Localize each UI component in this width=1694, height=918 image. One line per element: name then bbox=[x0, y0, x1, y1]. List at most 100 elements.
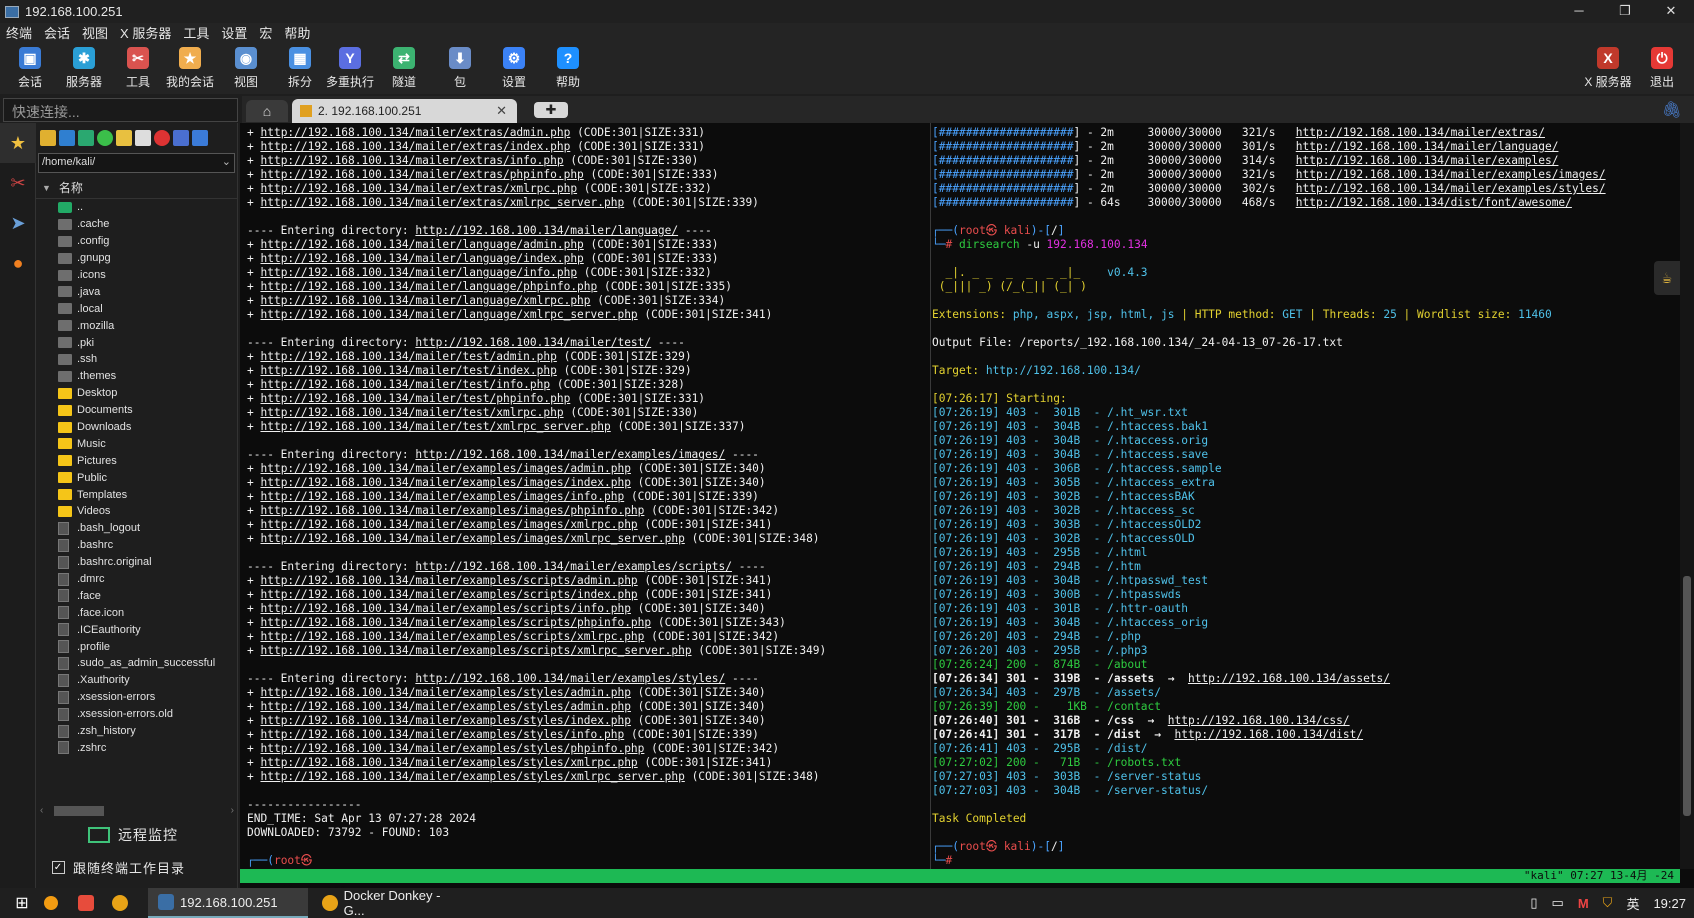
toolbar-package-button[interactable]: ⬇ 包 bbox=[434, 44, 486, 92]
file-list-item[interactable]: Downloads bbox=[58, 419, 237, 436]
scroll-left-icon[interactable]: ‹ bbox=[40, 805, 43, 816]
toolbar-session-button[interactable]: ▣ 会话 bbox=[4, 44, 56, 92]
file-list-item[interactable]: .zshrc bbox=[58, 740, 237, 757]
toolbar-split-button[interactable]: ▦ 拆分 bbox=[274, 44, 326, 92]
terminal-link[interactable]: http://192.168.100.134/mailer/extras/xml… bbox=[260, 182, 577, 195]
terminal-link[interactable]: http://192.168.100.134/mailer/examples/s… bbox=[260, 616, 651, 629]
shield-icon[interactable]: ⛉ bbox=[1603, 895, 1613, 911]
permissions-icon[interactable] bbox=[192, 130, 208, 146]
quick-connect-input[interactable]: 快速连接... bbox=[3, 98, 238, 122]
scroll-right-icon[interactable]: › bbox=[231, 805, 234, 816]
chevron-down-icon[interactable]: ⌄ bbox=[222, 155, 231, 168]
terminal-link[interactable]: http://192.168.100.134/mailer/language/ bbox=[1296, 140, 1559, 153]
file-list-item[interactable]: .local bbox=[58, 300, 237, 317]
file-list-item[interactable]: .profile bbox=[58, 638, 237, 655]
terminal-link[interactable]: http://192.168.100.134/mailer/test/ bbox=[415, 336, 651, 349]
close-button[interactable]: ✕ bbox=[1648, 0, 1694, 23]
file-list-item[interactable]: .ICEauthority bbox=[58, 621, 237, 638]
terminal-link[interactable]: http://192.168.100.134/mailer/examples/i… bbox=[260, 532, 684, 545]
file-list-item[interactable]: .face.icon bbox=[58, 604, 237, 621]
terminal-link[interactable]: http://192.168.100.134/mailer/extras/php… bbox=[260, 168, 583, 181]
menu-terminal[interactable]: 终端 bbox=[0, 23, 38, 42]
path-field[interactable]: /home/kali/ ⌄ bbox=[38, 153, 235, 173]
terminal-scrollbar[interactable] bbox=[1680, 123, 1694, 869]
pane-divider[interactable] bbox=[930, 123, 931, 869]
terminal-link[interactable]: http://192.168.100.134/mailer/examples/s… bbox=[260, 602, 630, 615]
terminal-link[interactable]: http://192.168.100.134/mailer/language/a… bbox=[260, 238, 583, 251]
toolbar-tunnel-button[interactable]: ⇄ 隧道 bbox=[378, 44, 430, 92]
menu-xserver[interactable]: X 服务器 bbox=[114, 23, 177, 42]
taskbar-app-chrome[interactable]: Docker Donkey - G... bbox=[312, 888, 472, 918]
terminal-link[interactable]: http://192.168.100.134/mailer/examples/s… bbox=[1296, 182, 1606, 195]
clock[interactable]: 19:27 bbox=[1653, 896, 1686, 911]
new-file-icon[interactable] bbox=[135, 130, 151, 146]
terminal-link[interactable]: http://192.168.100.134/assets/ bbox=[1188, 672, 1390, 685]
terminal-link[interactable]: http://192.168.100.134/mailer/examples/s… bbox=[260, 574, 637, 587]
new-folder-icon[interactable] bbox=[116, 130, 132, 146]
menu-macros[interactable]: 宏 bbox=[253, 23, 278, 42]
terminal-link[interactable]: http://192.168.100.134/mailer/test/admin… bbox=[260, 350, 556, 363]
terminal-link[interactable]: http://192.168.100.134/mailer/language/i… bbox=[260, 252, 583, 265]
terminal-link[interactable]: http://192.168.100.134/mailer/examples/i… bbox=[260, 518, 637, 531]
file-list-item[interactable]: Pictures bbox=[58, 452, 237, 469]
taskbar-app-mobaxterm[interactable]: 192.168.100.251 bbox=[148, 888, 308, 918]
file-list-item[interactable]: Videos bbox=[58, 503, 237, 520]
terminal-link[interactable]: http://192.168.100.134/mailer/test/index… bbox=[260, 364, 556, 377]
terminal-link[interactable]: http://192.168.100.134/mailer/examples/i… bbox=[260, 504, 644, 517]
terminal-link[interactable]: http://192.168.100.134/mailer/examples/s… bbox=[260, 686, 630, 699]
download-icon[interactable] bbox=[59, 130, 75, 146]
terminal-link[interactable]: http://192.168.100.134/mailer/examples/i… bbox=[260, 490, 624, 503]
file-list-item[interactable]: .sudo_as_admin_successful bbox=[58, 655, 237, 672]
tab-session-2[interactable]: 2. 192.168.100.251 ✕ bbox=[292, 99, 517, 123]
terminal-link[interactable]: http://192.168.100.134/mailer/test/xmlrp… bbox=[260, 406, 563, 419]
terminal-scroll-thumb[interactable] bbox=[1683, 576, 1691, 816]
sessions-star-icon[interactable]: ★ bbox=[0, 123, 36, 163]
file-list-item[interactable]: Music bbox=[58, 435, 237, 452]
terminal-link[interactable]: http://192.168.100.134/mailer/examples/i… bbox=[415, 448, 725, 461]
minimize-button[interactable]: ─ bbox=[1556, 0, 1602, 23]
search-icon[interactable] bbox=[44, 888, 58, 918]
file-list-item[interactable]: .Xauthority bbox=[58, 672, 237, 689]
terminal-link[interactable]: http://192.168.100.134/mailer/examples/s… bbox=[260, 588, 637, 601]
sftp-icon[interactable]: ➤ bbox=[0, 203, 36, 243]
folder-up-icon[interactable] bbox=[40, 130, 56, 146]
file-list-item[interactable]: .xsession-errors.old bbox=[58, 706, 237, 723]
file-list-item[interactable]: Public bbox=[58, 469, 237, 486]
macros-icon[interactable]: ● bbox=[0, 243, 36, 283]
file-list-item[interactable]: .ssh bbox=[58, 351, 237, 368]
chrome-icon[interactable] bbox=[112, 888, 128, 918]
file-list-item[interactable]: .themes bbox=[58, 368, 237, 385]
terminal-link[interactable]: http://192.168.100.134/dist/ bbox=[1174, 728, 1363, 741]
terminal-link[interactable]: http://192.168.100.134/mailer/language/p… bbox=[260, 280, 597, 293]
toolbar-servers-button[interactable]: ✱ 服务器 bbox=[58, 44, 110, 92]
gmail-icon[interactable]: M bbox=[1578, 896, 1589, 911]
usb-icon[interactable]: ▯ bbox=[1530, 895, 1537, 911]
follow-terminal-dir-checkbox[interactable]: ✓ 跟随终端工作目录 bbox=[52, 858, 185, 877]
menu-sessions[interactable]: 会话 bbox=[38, 23, 76, 42]
toolbar-help-button[interactable]: ? 帮助 bbox=[542, 44, 594, 92]
terminal-link[interactable]: http://192.168.100.134/mailer/test/phpin… bbox=[260, 392, 570, 405]
widgets-icon[interactable] bbox=[78, 888, 94, 918]
tools-icon[interactable]: ✂ bbox=[0, 163, 36, 203]
maximize-button[interactable]: ❐ bbox=[1602, 0, 1648, 23]
remote-monitor-button[interactable]: 远程监控 bbox=[88, 825, 178, 845]
file-list-item[interactable]: .xsession-errors bbox=[58, 689, 237, 706]
rename-icon[interactable] bbox=[173, 130, 189, 146]
terminal-link[interactable]: http://192.168.100.134/mailer/extras/adm… bbox=[260, 126, 570, 139]
terminal-link[interactable]: http://192.168.100.134/dist/font/awesome… bbox=[1296, 196, 1572, 209]
terminal-link[interactable]: http://192.168.100.134/mailer/extras/xml… bbox=[260, 196, 624, 209]
terminal-link[interactable]: http://192.168.100.134/mailer/examples/s… bbox=[260, 770, 684, 783]
scroll-thumb[interactable] bbox=[54, 806, 104, 816]
terminal-pane-right[interactable]: [####################] - 2m 30000/30000 … bbox=[932, 126, 1667, 868]
ime-indicator[interactable]: 英 bbox=[1626, 894, 1639, 913]
toolbar-xserver-button[interactable]: X X 服务器 bbox=[1582, 44, 1634, 92]
toolbar-view-button[interactable]: ◉ 视图 bbox=[220, 44, 272, 92]
terminal-link[interactable]: http://192.168.100.134/mailer/examples/s… bbox=[260, 742, 644, 755]
home-tab[interactable]: ⌂ bbox=[246, 100, 288, 122]
file-list-item[interactable]: .java bbox=[58, 283, 237, 300]
terminal-link[interactable]: http://192.168.100.134/mailer/examples/i… bbox=[1296, 168, 1606, 181]
terminal-link[interactable]: http://192.168.100.134/mailer/test/xmlrp… bbox=[260, 420, 610, 433]
terminal-link[interactable]: http://192.168.100.134/mailer/examples/i… bbox=[260, 462, 630, 475]
upload-icon[interactable] bbox=[78, 130, 94, 146]
terminal-link[interactable]: http://192.168.100.134/mailer/examples/s… bbox=[260, 644, 691, 657]
